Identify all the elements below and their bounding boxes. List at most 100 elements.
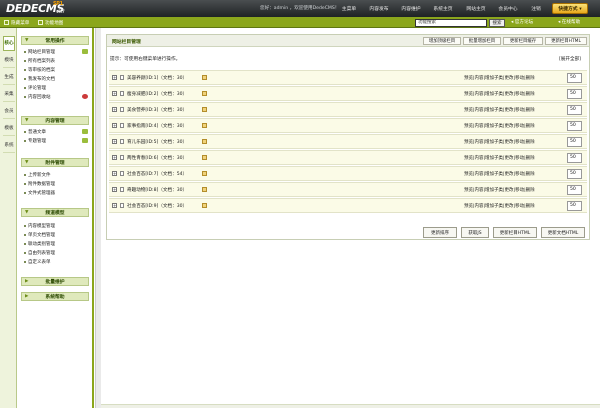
sidebar-item-all-docs[interactable]: 所有档案列表: [24, 57, 55, 64]
row-actions[interactable]: 预览|内容|增加子类|更改|移动|删除: [464, 155, 535, 161]
sidebar-item-content-models[interactable]: 内容模型管理: [24, 222, 55, 229]
doc-icon[interactable]: [202, 139, 207, 144]
category-row[interactable]: + 家事指南[ID:4]（文档：30） 预览|内容|增加子类|更改|移动|删除 50: [109, 118, 587, 133]
sidebar-item-recycle-bin[interactable]: 内容回收站: [24, 93, 88, 100]
folder-checkbox[interactable]: [120, 75, 124, 80]
sort-order-input[interactable]: 50: [567, 185, 582, 195]
doc-icon[interactable]: [202, 203, 207, 208]
doc-icon[interactable]: [202, 123, 207, 128]
folder-checkbox[interactable]: [120, 203, 124, 208]
category-row[interactable]: + 美容养颜[ID:1]（文档：30） 预览|内容|增加子类|更改|移动|删除 50: [109, 70, 587, 85]
sidebar-splitter[interactable]: [95, 28, 101, 408]
sort-order-input[interactable]: 50: [567, 137, 582, 147]
sort-order-input[interactable]: 50: [567, 153, 582, 163]
update-category-cache-button[interactable]: 更新栏目缓存: [503, 37, 543, 45]
update-category-html-button[interactable]: 更新栏目HTML: [545, 37, 587, 45]
update-category-html-footer-button[interactable]: 更新栏目HTML: [493, 227, 537, 238]
folder-checkbox[interactable]: [120, 139, 124, 144]
vtab-modules[interactable]: 模块: [3, 53, 15, 68]
expand-plus-icon[interactable]: +: [112, 187, 117, 192]
category-row[interactable]: + 两性青春[ID:6]（文档：30） 预览|内容|增加子类|更改|移动|删除 50: [109, 150, 587, 165]
function-map-button[interactable]: 功能地图: [38, 19, 63, 26]
category-row[interactable]: + 奇趣动物[ID:8]（文档：30） 预览|内容|增加子类|更改|移动|删除 50: [109, 182, 587, 197]
category-row[interactable]: + 育儿乐园[ID:5]（文档：30） 预览|内容|增加子类|更改|移动|删除 50: [109, 134, 587, 149]
expand-plus-icon[interactable]: +: [112, 91, 117, 96]
category-name[interactable]: 社会百态[ID:7]（文档：54）: [127, 171, 187, 177]
folder-checkbox[interactable]: [120, 91, 124, 96]
get-js-button[interactable]: 获取JS: [461, 227, 489, 238]
sidebar-item-comments[interactable]: 评论管理: [24, 84, 46, 91]
sidebar-item-upload-file[interactable]: 上传新文件: [24, 171, 51, 178]
doc-icon[interactable]: [202, 75, 207, 80]
expand-plus-icon[interactable]: +: [112, 139, 117, 144]
nav-main-menu[interactable]: 主菜单: [337, 2, 361, 15]
sidebar-item-attachment-data[interactable]: 附件数据管理: [24, 180, 55, 187]
section-system-help[interactable]: ▶ 系统帮助: [21, 292, 89, 301]
category-row[interactable]: + 瘦身减肥[ID:2]（文档：30） 预览|内容|增加子类|更改|移动|删除 50: [109, 86, 587, 101]
sort-order-input[interactable]: 50: [567, 121, 582, 131]
nav-member-center[interactable]: 会员中心: [494, 2, 522, 15]
vtab-templates[interactable]: 模板: [3, 121, 15, 136]
nav-site-home[interactable]: 网站主页: [462, 2, 490, 15]
row-actions[interactable]: 预览|内容|增加子类|更改|移动|删除: [464, 123, 535, 129]
category-name[interactable]: 社会百态[ID:9]（文档：30）: [127, 203, 187, 209]
expand-plus-icon[interactable]: +: [112, 171, 117, 176]
doc-icon[interactable]: [202, 107, 207, 112]
batch-add-category-button[interactable]: 批量增加栏目: [463, 37, 501, 45]
add-icon[interactable]: [82, 49, 88, 54]
nav-content-maintain[interactable]: 内容维护: [397, 2, 425, 15]
vtab-system[interactable]: 系统: [3, 138, 15, 153]
doc-icon[interactable]: [202, 155, 207, 160]
expand-plus-icon[interactable]: +: [112, 123, 117, 128]
category-row[interactable]: + 社会百态[ID:7]（文档：54） 预览|内容|增加子类|更改|移动|删除 50: [109, 166, 587, 181]
help-link[interactable]: ◂ 在线帮助: [558, 19, 580, 25]
vtab-members[interactable]: 会员: [3, 104, 15, 119]
category-row[interactable]: + 美食营养[ID:3]（文档：30） 预览|内容|增加子类|更改|移动|删除 50: [109, 102, 587, 117]
sidebar-item-articles[interactable]: 普通文章: [24, 128, 88, 135]
add-top-category-button[interactable]: 增加顶级栏目: [423, 37, 461, 45]
expand-plus-icon[interactable]: +: [112, 155, 117, 160]
category-name[interactable]: 奇趣动物[ID:8]（文档：30）: [127, 187, 187, 193]
folder-checkbox[interactable]: [120, 123, 124, 128]
section-common-ops[interactable]: ▼ 常用操作: [21, 36, 89, 45]
folder-checkbox[interactable]: [120, 107, 124, 112]
search-button[interactable]: 搜索: [489, 19, 505, 27]
nav-logout[interactable]: 注销: [527, 2, 545, 15]
category-name[interactable]: 育儿乐园[ID:5]（文档：30）: [127, 139, 187, 145]
dedecms-logo[interactable]: DEDECMS SP1 v5.7: [6, 1, 65, 15]
expand-plus-icon[interactable]: +: [112, 75, 117, 80]
sidebar-item-pending-docs[interactable]: 等审核的档案: [24, 66, 55, 73]
search-input[interactable]: 功能搜索: [415, 19, 487, 27]
vtab-generate[interactable]: 生成: [3, 70, 15, 85]
category-name[interactable]: 家事指南[ID:4]（文档：30）: [127, 123, 187, 129]
doc-icon[interactable]: [202, 187, 207, 192]
add-icon[interactable]: [82, 138, 88, 143]
doc-icon[interactable]: [202, 91, 207, 96]
nav-system-home[interactable]: 系统主页: [429, 2, 457, 15]
row-actions[interactable]: 预览|内容|增加子类|更改|移动|删除: [464, 187, 535, 193]
quick-shortcuts-button[interactable]: 快捷方式 ▾: [552, 3, 588, 14]
folder-checkbox[interactable]: [120, 187, 124, 192]
sidebar-item-linkage-types[interactable]: 联动类别管理: [24, 240, 55, 247]
expand-plus-icon[interactable]: +: [112, 203, 117, 208]
sidebar-item-custom-forms[interactable]: 自定义表单: [24, 258, 51, 265]
category-name[interactable]: 两性青春[ID:6]（文档：30）: [127, 155, 187, 161]
row-actions[interactable]: 预览|内容|增加子类|更改|移动|删除: [464, 91, 535, 97]
category-name[interactable]: 瘦身减肥[ID:2]（文档：30）: [127, 91, 187, 97]
sidebar-item-category-manage[interactable]: 网站栏目管理: [24, 48, 88, 55]
row-actions[interactable]: 预览|内容|增加子类|更改|移动|删除: [464, 75, 535, 81]
row-actions[interactable]: 预览|内容|增加子类|更改|移动|删除: [464, 107, 535, 113]
category-name[interactable]: 美容养颜[ID:1]（文档：30）: [127, 75, 187, 81]
section-content-manage[interactable]: ▼ 内容管理: [21, 116, 89, 125]
row-actions[interactable]: 预览|内容|增加子类|更改|移动|删除: [464, 203, 535, 209]
folder-checkbox[interactable]: [120, 171, 124, 176]
sort-order-input[interactable]: 50: [567, 105, 582, 115]
section-channel-models[interactable]: ▼ 频道模型: [21, 208, 89, 217]
expand-all-link[interactable]: [展开全部]: [559, 56, 581, 62]
update-document-html-button[interactable]: 更新文档HTML: [541, 227, 585, 238]
doc-icon[interactable]: [202, 171, 207, 176]
sort-order-input[interactable]: 50: [567, 73, 582, 83]
vtab-core[interactable]: 核心: [3, 36, 15, 51]
sidebar-item-single-pages[interactable]: 单页文档管理: [24, 231, 55, 238]
nav-content-publish[interactable]: 内容发布: [365, 2, 393, 15]
